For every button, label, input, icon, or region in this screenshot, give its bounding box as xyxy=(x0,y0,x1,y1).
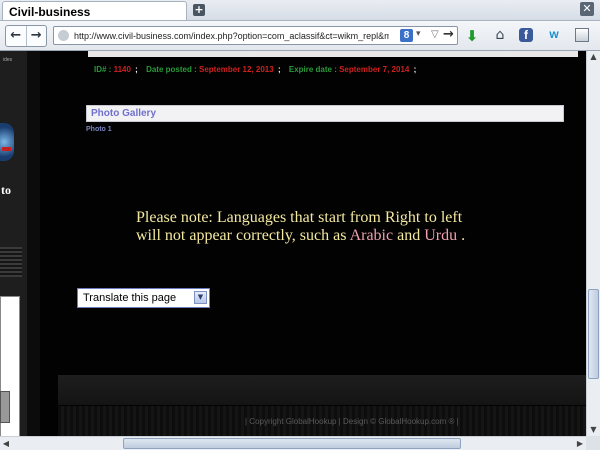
sidebar-stripes xyxy=(0,247,22,277)
photo-1-link[interactable]: Photo 1 xyxy=(86,126,112,133)
posted-label: Date posted : xyxy=(146,65,197,74)
scroll-down-icon[interactable]: ▼ xyxy=(588,424,599,436)
sidebar-partial-word: to xyxy=(1,183,11,197)
vertical-scroll-thumb[interactable] xyxy=(588,289,599,379)
tab-civil-business[interactable]: Civil-business xyxy=(2,1,187,20)
note-line-2: will not appear correctly, such as xyxy=(136,227,347,244)
expire-value: September 7, 2014 xyxy=(339,65,410,74)
sidebar-panel-button[interactable] xyxy=(0,391,10,423)
vertical-scrollbar[interactable]: ▲ ▼ xyxy=(586,51,600,436)
menu-icon[interactable] xyxy=(575,28,589,42)
nav-buttons: ← → xyxy=(5,25,47,47)
sidebar-logo-accent xyxy=(2,147,11,151)
footer-copyright: | Copyright GlobalHookup | Design © Glob… xyxy=(245,417,459,426)
listing-info: ID# : 1140 ; Date posted : September 12,… xyxy=(94,65,422,74)
photo-gallery-header: Photo Gallery xyxy=(86,105,564,122)
scrollbar-corner xyxy=(586,436,600,450)
forward-button[interactable]: → xyxy=(27,26,47,46)
separator: ; xyxy=(413,65,417,74)
id-label: ID# : xyxy=(94,65,112,74)
close-window-button[interactable]: ✕ xyxy=(580,2,594,16)
id-value: 1140 xyxy=(113,65,131,74)
footer-band xyxy=(58,375,586,405)
column-divider xyxy=(27,51,40,436)
horizontal-scrollbar[interactable]: ◀ ▶ xyxy=(0,436,586,450)
note-end: . xyxy=(461,227,466,244)
scroll-left-icon[interactable]: ◀ xyxy=(0,437,12,450)
site-favicon-icon xyxy=(58,30,69,41)
go-button[interactable]: → xyxy=(443,27,454,42)
scroll-right-icon[interactable]: ▶ xyxy=(574,437,586,450)
lang-urdu: Urdu xyxy=(424,227,458,244)
scroll-up-icon[interactable]: ▲ xyxy=(588,51,599,63)
separator: ; xyxy=(135,65,138,74)
history-dropdown-icon[interactable]: ▽ xyxy=(431,29,439,40)
note-line-1: Please note: Languages that start from R… xyxy=(136,209,463,226)
language-note: Please note: Languages that start from R… xyxy=(136,209,536,245)
left-sidebar: ides to xyxy=(0,51,27,436)
home-icon[interactable]: ⌂ xyxy=(492,27,508,43)
url-text[interactable]: http://www.civil-business.com/index.php?… xyxy=(74,30,389,43)
top-strip xyxy=(88,51,578,57)
translate-label: Translate this page xyxy=(83,292,177,304)
search-dropdown-icon[interactable]: ▾ xyxy=(416,29,421,39)
back-button[interactable]: ← xyxy=(6,26,27,46)
main-content: ID# : 1140 ; Date posted : September 12,… xyxy=(40,51,586,436)
w-icon[interactable]: w xyxy=(546,27,562,43)
translate-select[interactable]: Translate this page ▼ xyxy=(77,288,210,308)
expire-label: Expire date : xyxy=(288,65,337,74)
tab-title: Civil-business xyxy=(9,5,91,19)
lang-arabic: Arabic xyxy=(349,227,394,244)
new-tab-button[interactable]: + xyxy=(193,4,205,16)
chevron-down-icon[interactable]: ▼ xyxy=(194,291,207,304)
search-engine-icon[interactable]: 8 xyxy=(400,29,413,42)
gallery-title: Photo Gallery xyxy=(91,108,157,119)
address-bar[interactable]: http://www.civil-business.com/index.php?… xyxy=(53,26,458,45)
tab-bar: Civil-business + ✕ xyxy=(0,0,600,21)
facebook-icon[interactable]: f xyxy=(519,28,533,42)
download-icon[interactable]: ⬇ xyxy=(464,27,480,45)
sidebar-small-text: ides xyxy=(3,57,13,63)
navigation-toolbar: ← → http://www.civil-business.com/index.… xyxy=(0,21,600,51)
note-and: and xyxy=(397,227,421,244)
separator: ; xyxy=(277,65,281,74)
horizontal-scroll-thumb[interactable] xyxy=(123,438,461,449)
posted-value: September 12, 2013 xyxy=(198,65,274,74)
sidebar-logo-icon xyxy=(0,123,14,161)
web-page: ides to ID# : 1140 ; Date posted : Septe… xyxy=(0,51,586,436)
